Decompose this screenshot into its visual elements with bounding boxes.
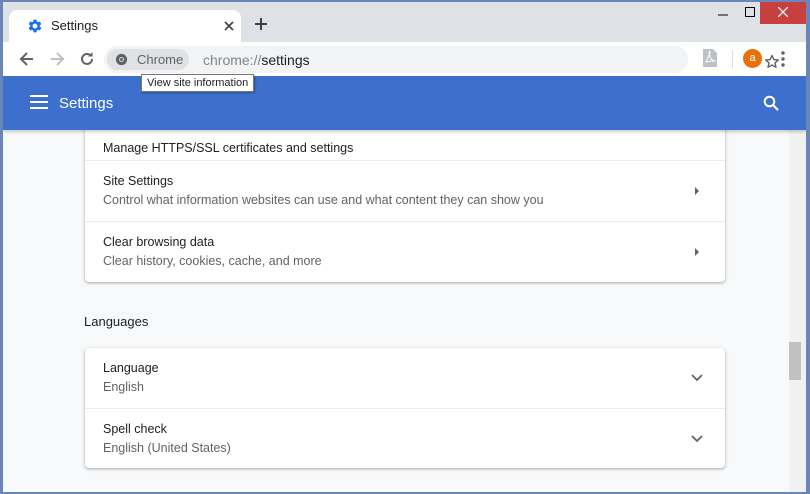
maximize-icon xyxy=(745,7,755,17)
scrollbar-thumb[interactable] xyxy=(789,342,801,380)
minimize-icon xyxy=(718,14,728,16)
page-title: Settings xyxy=(59,95,114,112)
search-icon[interactable] xyxy=(763,95,779,111)
site-info-chip[interactable]: Chrome xyxy=(107,49,189,70)
address-bar[interactable]: Chrome chrome://settings xyxy=(104,46,779,73)
close-window-button[interactable] xyxy=(760,2,806,24)
row-description: English xyxy=(103,380,144,394)
chevron-down-icon[interactable] xyxy=(691,435,703,443)
row-title: Site Settings xyxy=(103,174,174,188)
pdf-extension-icon[interactable] xyxy=(701,48,719,68)
url-scheme: chrome:// xyxy=(203,52,262,68)
arrow-right-icon xyxy=(695,248,699,256)
scrollbar-track[interactable] xyxy=(789,130,806,492)
language-row[interactable]: Language English xyxy=(85,348,725,408)
site-info-tooltip: View site information xyxy=(141,74,255,92)
clear-browsing-data-row[interactable]: Clear browsing data Clear history, cooki… xyxy=(85,222,725,282)
profile-avatar[interactable]: a xyxy=(743,49,762,68)
browser-toolbar: Chrome chrome://settings a xyxy=(3,42,806,76)
row-title: Language xyxy=(103,361,159,375)
back-arrow-icon[interactable] xyxy=(17,49,37,69)
hamburger-menu-icon[interactable] xyxy=(30,95,48,109)
new-tab-plus-icon[interactable] xyxy=(252,15,270,33)
settings-header: Settings xyxy=(3,76,806,130)
url-text[interactable]: chrome://settings xyxy=(203,52,310,68)
site-chip-label: Chrome xyxy=(137,52,184,67)
chevron-down-icon[interactable] xyxy=(691,374,703,382)
reload-icon[interactable] xyxy=(77,49,97,69)
languages-section-title: Languages xyxy=(84,314,149,329)
url-host: settings xyxy=(261,52,310,68)
browser-window: Settings Chrome chrome://settings a View… xyxy=(3,2,806,492)
toolbar-separator xyxy=(732,50,733,68)
manage-certificates-row[interactable]: Manage HTTPS/SSL certificates and settin… xyxy=(85,130,725,160)
tab-title: Settings xyxy=(51,18,98,33)
settings-gear-icon xyxy=(28,19,42,33)
languages-card: Language English Spell check English (Un… xyxy=(85,348,725,468)
row-title: Spell check xyxy=(103,422,167,436)
privacy-card: Manage HTTPS/SSL certificates and settin… xyxy=(85,130,725,282)
arrow-right-icon xyxy=(695,187,699,195)
row-title: Clear browsing data xyxy=(103,235,215,249)
forward-arrow-icon[interactable] xyxy=(47,49,67,69)
chrome-logo-icon xyxy=(115,53,128,66)
row-description: English (United States) xyxy=(103,441,231,455)
row-description: Clear history, cookies, cache, and more xyxy=(103,254,322,268)
tab-strip: Settings xyxy=(3,2,806,42)
kebab-menu-icon[interactable] xyxy=(775,49,791,69)
spell-check-row[interactable]: Spell check English (United States) xyxy=(85,409,725,468)
row-description: Control what information websites can us… xyxy=(103,193,544,207)
close-window-icon xyxy=(778,7,788,17)
row-label: Manage HTTPS/SSL certificates and settin… xyxy=(103,141,354,155)
close-tab-icon[interactable] xyxy=(221,18,237,34)
site-settings-row[interactable]: Site Settings Control what information w… xyxy=(85,161,725,221)
settings-content: Manage HTTPS/SSL certificates and settin… xyxy=(3,130,806,492)
tab-settings[interactable]: Settings xyxy=(9,10,241,42)
